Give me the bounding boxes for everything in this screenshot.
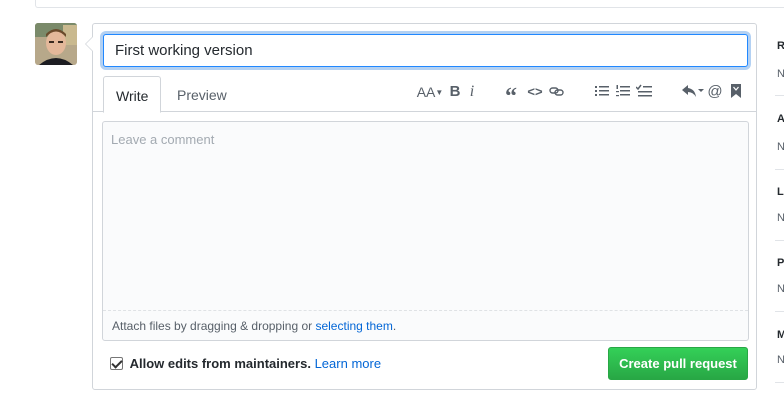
sidebar-value: N bbox=[777, 68, 784, 80]
comment-textarea[interactable]: Leave a comment bbox=[103, 122, 748, 310]
attach-text: Attach files by dragging & dropping or bbox=[112, 319, 316, 333]
sidebar-heading-reviewers[interactable]: R bbox=[777, 40, 784, 52]
title-input[interactable]: First working version bbox=[103, 34, 748, 67]
sidebar-value: N bbox=[777, 141, 784, 153]
code-button[interactable]: <> bbox=[527, 82, 543, 102]
italic-button[interactable]: i bbox=[466, 82, 478, 102]
previous-section-box bbox=[35, 0, 784, 8]
sidebar-heading-labels[interactable]: La bbox=[777, 186, 784, 198]
sidebar-heading-assignees[interactable]: A bbox=[777, 113, 784, 125]
mention-button[interactable]: @ bbox=[707, 82, 723, 102]
create-pull-request-button[interactable]: Create pull request bbox=[608, 347, 748, 380]
avatar[interactable] bbox=[35, 23, 77, 65]
attach-files-bar[interactable]: Attach files by dragging & dropping or s… bbox=[103, 310, 748, 340]
task-list-button[interactable] bbox=[635, 82, 653, 102]
select-files-link[interactable]: selecting them bbox=[315, 319, 392, 333]
allow-edits-checkbox[interactable] bbox=[110, 357, 123, 370]
ordered-list-button[interactable] bbox=[615, 82, 631, 102]
allow-edits-label[interactable]: Allow edits from maintainers. bbox=[130, 356, 311, 371]
saved-replies-button[interactable] bbox=[730, 82, 742, 102]
bookmark-icon bbox=[731, 84, 741, 98]
sidebar: R N A N La N P N M N bbox=[775, 23, 784, 396]
sidebar-value: N bbox=[777, 212, 784, 224]
quote-button[interactable]: “ bbox=[503, 82, 519, 110]
unordered-list-icon bbox=[595, 86, 609, 96]
comment-box: Leave a comment Attach files by dragging… bbox=[102, 121, 749, 341]
pull-request-form: First working version Write Preview AA▼ … bbox=[85, 23, 757, 390]
tab-write[interactable]: Write bbox=[103, 76, 162, 113]
sidebar-value: N bbox=[777, 283, 784, 295]
sidebar-heading-milestone[interactable]: M bbox=[777, 329, 784, 341]
sidebar-value: N bbox=[777, 354, 784, 366]
link-button[interactable] bbox=[549, 82, 565, 102]
unordered-list-button[interactable] bbox=[594, 82, 610, 102]
learn-more-link[interactable]: Learn more bbox=[315, 356, 381, 371]
task-list-icon bbox=[636, 84, 652, 97]
tab-preview[interactable]: Preview bbox=[165, 76, 239, 113]
bold-button[interactable]: B bbox=[448, 82, 462, 102]
reply-button[interactable] bbox=[682, 82, 704, 102]
heading-button[interactable]: AA▼ bbox=[416, 82, 444, 102]
maintainer-edits: Allow edits from maintainers. Learn more bbox=[110, 354, 381, 374]
sidebar-heading-projects[interactable]: P bbox=[777, 257, 784, 269]
reply-icon bbox=[682, 85, 704, 97]
ordered-list-icon bbox=[616, 85, 630, 97]
link-icon bbox=[549, 87, 564, 96]
